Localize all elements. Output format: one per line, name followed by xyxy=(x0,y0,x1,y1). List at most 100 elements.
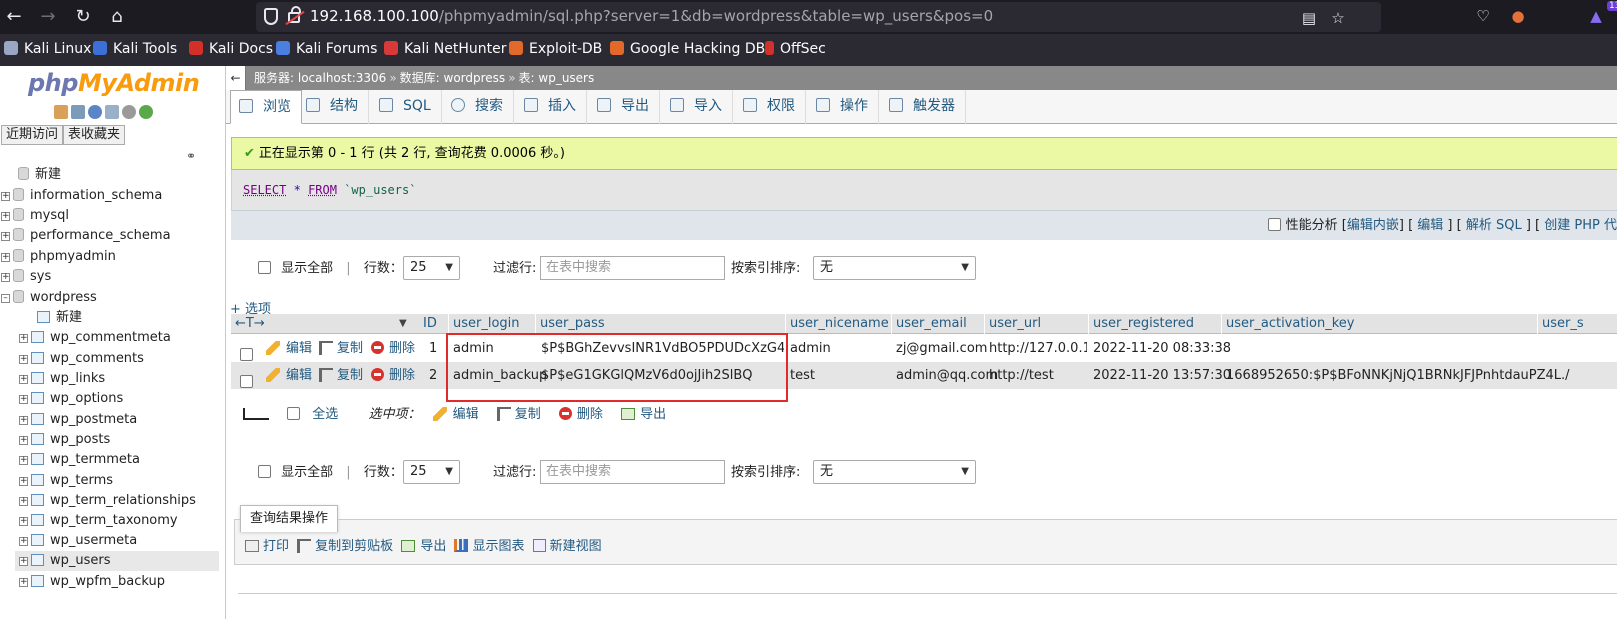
tree-table-wp-links[interactable]: + wp_links xyxy=(19,369,105,389)
row-delete-link[interactable]: 删除 xyxy=(371,335,415,362)
tab-sql[interactable]: SQL xyxy=(371,90,442,124)
tree-new-table[interactable]: 新建 xyxy=(37,308,82,328)
display-chart-link[interactable]: 显示图表 xyxy=(454,539,524,554)
column-header-user-activation-key[interactable]: user_activation_key xyxy=(1226,314,1355,334)
tab-browse[interactable]: 浏览 xyxy=(230,90,302,124)
copy-clipboard-link[interactable]: 复制到剪贴板 xyxy=(297,539,393,554)
bulk-edit-button[interactable]: 编辑 xyxy=(432,407,479,422)
sort-index-select-bottom[interactable]: 无 ▼ xyxy=(813,460,976,484)
tree-table-wp-term-relationships[interactable]: + wp_term_relationships xyxy=(19,491,196,511)
column-header-user-nicename[interactable]: user_nicename xyxy=(790,314,889,334)
expand-plus-icon[interactable]: + xyxy=(19,477,28,486)
column-header-user-pass[interactable]: user_pass xyxy=(540,314,605,334)
extension-puzzle-icon[interactable]: ▲ xyxy=(1585,5,1607,27)
bookmark-kali-linux[interactable]: Kali Linux xyxy=(4,41,91,57)
column-header-user-url[interactable]: user_url xyxy=(989,314,1041,334)
bookmark-kali-tools[interactable]: Kali Tools xyxy=(93,41,177,57)
tree-db-phpmyadmin[interactable]: + phpmyadmin xyxy=(1,247,116,267)
expand-plus-icon[interactable]: + xyxy=(19,395,28,404)
create-php-link[interactable]: 创建 PHP 代 xyxy=(1544,218,1617,233)
cell-user-nicename[interactable]: test xyxy=(790,362,815,389)
tab-insert[interactable]: 插入 xyxy=(516,90,587,124)
expand-plus-icon[interactable]: + xyxy=(1,273,10,282)
tab-import[interactable]: 导入 xyxy=(662,90,733,124)
tab-structure[interactable]: 结构 xyxy=(298,90,369,124)
row-copy-link[interactable]: 复制 xyxy=(319,335,363,362)
insecure-lock-icon[interactable] xyxy=(288,6,301,23)
sql-keyword-select[interactable]: SELECT xyxy=(243,183,286,197)
collapse-minus-icon[interactable]: – xyxy=(1,294,10,303)
home-icon[interactable]: ⌂ xyxy=(105,5,129,29)
filter-rows-input-bottom[interactable]: 在表中搜索 xyxy=(540,460,725,484)
home-icon[interactable] xyxy=(54,105,68,119)
tab-search[interactable]: 搜索 xyxy=(443,90,514,124)
url-bar[interactable]: 192.168.100.100/phpmyadmin/sql.php?serve… xyxy=(256,2,1381,32)
tab-recent[interactable]: 近期访问 xyxy=(1,125,64,145)
settings-gear-icon[interactable] xyxy=(122,105,136,119)
explain-sql-link[interactable]: 解析 SQL xyxy=(1466,218,1522,233)
bookmark-google-hacking-db[interactable]: Google Hacking DB xyxy=(610,41,765,57)
rows-select[interactable]: 25 ▼ xyxy=(403,256,460,280)
expand-plus-icon[interactable]: + xyxy=(19,355,28,364)
breadcrumb-server[interactable]: 服务器: localhost:3306 xyxy=(254,71,386,85)
extension-fox-icon[interactable]: ● xyxy=(1507,5,1529,27)
tree-table-wp-postmeta[interactable]: + wp_postmeta xyxy=(19,410,137,430)
row-copy-link[interactable]: 复制 xyxy=(319,362,363,389)
expand-plus-icon[interactable]: + xyxy=(19,578,28,587)
expand-plus-icon[interactable]: + xyxy=(1,212,10,221)
tree-table-wp-wpfm-backup[interactable]: + wp_wpfm_backup xyxy=(19,572,165,592)
tree-new-database[interactable]: 新建 xyxy=(18,165,61,185)
column-header-user-email[interactable]: user_email xyxy=(896,314,967,334)
breadcrumb-database[interactable]: 数据库: wordpress xyxy=(400,71,506,85)
column-header-user-registered[interactable]: user_registered xyxy=(1093,314,1194,334)
cell-user-url[interactable]: http://test xyxy=(989,362,1054,389)
cell-id[interactable]: 1 xyxy=(429,335,437,362)
cell-user-email[interactable]: zj@gmail.com xyxy=(896,335,987,362)
tab-favorites[interactable]: 表收藏夹 xyxy=(63,125,126,145)
show-all-checkbox[interactable] xyxy=(258,465,271,478)
column-header-user-login[interactable]: user_login xyxy=(453,314,520,334)
url-text[interactable]: 192.168.100.100/phpmyadmin/sql.php?serve… xyxy=(310,7,993,25)
bookmark-offsec[interactable]: OffSec xyxy=(765,41,826,57)
tab-operations[interactable]: 操作 xyxy=(808,90,879,124)
tab-export[interactable]: 导出 xyxy=(589,90,660,124)
pocket-icon[interactable]: ♡ xyxy=(1472,5,1494,27)
cell-user-url[interactable]: http://127.0.0.1 xyxy=(989,335,1087,362)
expand-plus-icon[interactable]: + xyxy=(19,497,28,506)
edit-inline-link[interactable]: 编辑内嵌 xyxy=(1347,218,1399,233)
filter-rows-input[interactable]: 在表中搜索 xyxy=(540,256,725,280)
cell-user-email[interactable]: admin@qq.com xyxy=(896,362,998,389)
collapse-panel-arrow-icon[interactable]: ← xyxy=(226,66,246,90)
expand-plus-icon[interactable]: + xyxy=(19,375,28,384)
bookmark-kali-forums[interactable]: Kali Forums xyxy=(276,41,377,57)
link-chain-icon[interactable]: ⚭ xyxy=(186,149,196,163)
tab-privileges[interactable]: 权限 xyxy=(735,90,806,124)
tab-triggers[interactable]: 触发器 xyxy=(881,90,966,124)
docs-icon[interactable] xyxy=(105,105,119,119)
export-link[interactable]: 导出 xyxy=(401,539,446,554)
breadcrumb-table[interactable]: 表: wp_users xyxy=(519,71,595,85)
expand-plus-icon[interactable]: + xyxy=(1,253,10,262)
expand-plus-icon[interactable]: + xyxy=(1,192,10,201)
expand-plus-icon[interactable]: + xyxy=(19,436,28,445)
sql-keyword-from[interactable]: FROM xyxy=(308,183,337,197)
tree-db-wordpress[interactable]: – wordpress xyxy=(1,288,97,308)
tree-table-wp-term-taxonomy[interactable]: + wp_term_taxonomy xyxy=(19,511,178,531)
row-edit-link[interactable]: 编辑 xyxy=(266,335,312,362)
expand-plus-icon[interactable]: + xyxy=(1,232,10,241)
cell-user-nicename[interactable]: admin xyxy=(790,335,831,362)
bookmark-kali-nethunter[interactable]: Kali NetHunter xyxy=(384,41,506,57)
tree-table-wp-options[interactable]: + wp_options xyxy=(19,389,123,409)
sort-chevron-down-icon[interactable]: ▼ xyxy=(399,314,407,334)
rows-select-bottom[interactable]: 25 ▼ xyxy=(403,460,460,484)
bookmark-exploit-db[interactable]: Exploit-DB xyxy=(509,41,602,57)
select-all-label[interactable]: 全选 xyxy=(312,407,338,422)
cell-user-activation-key[interactable]: 1668952650:$P$BFoNNKjNjQ1BRNkJFJPnhtdauP… xyxy=(1226,362,1616,389)
reader-view-icon[interactable]: ▤ xyxy=(1298,7,1320,29)
forward-arrow-icon[interactable]: → xyxy=(36,5,60,29)
row-delete-link[interactable]: 删除 xyxy=(371,362,415,389)
create-view-link[interactable]: 新建视图 xyxy=(532,539,602,554)
row-select-checkbox[interactable] xyxy=(240,375,253,388)
profiling-checkbox[interactable] xyxy=(1268,218,1282,231)
shield-icon[interactable] xyxy=(264,8,278,25)
